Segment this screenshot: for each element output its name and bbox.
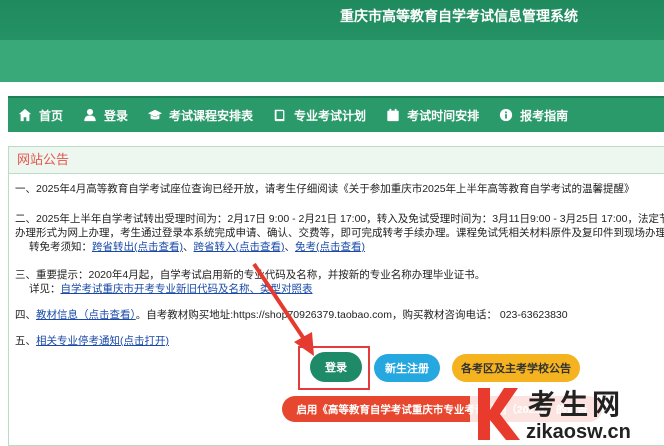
header: 重庆市高等教育自学考试信息管理系统 (0, 0, 664, 82)
nav-item-label: 考试课程安排表 (169, 108, 254, 123)
home-icon (18, 108, 32, 122)
main-nav: 首页 登录 考试课程安排表 专业考试计划 考试时间安排 报考指南 (8, 96, 664, 132)
notice-line-4-suffix: 。自考教材购买地址:https://shop70926379.taobao.co… (135, 309, 568, 321)
arrow-icon (252, 262, 314, 356)
notice-line-1: 一、2025年4月高等教育自学考试座位查询已经开放，请考生仔细阅读《关于参加重庆… (15, 183, 635, 195)
nav-item-exam-plan[interactable]: 专业考试计划 (263, 98, 376, 132)
nav-item-login[interactable]: 登录 (73, 98, 138, 132)
notice-line-2c: 转免考须知：跨省转出(点击查看)、跨省转入(点击查看)、免考(点击查看) (29, 239, 365, 254)
nav-item-label: 专业考试计划 (294, 108, 367, 123)
transfer-out-link[interactable]: 跨省转出(点击查看) (92, 241, 183, 253)
exam-area-notice-button[interactable]: 各考区及主考学校公告 (452, 354, 580, 382)
graduation-cap-icon (148, 108, 163, 122)
svg-text:考生网: 考生网 (528, 389, 624, 421)
separator: 、 (284, 241, 296, 253)
notice-line-5-prefix: 五、 (15, 335, 36, 347)
notice-title: 网站公告 (9, 147, 664, 174)
watermark-logo: 考生网 zikaosw.cn (470, 382, 664, 444)
notice-line-4-prefix: 四、 (15, 309, 36, 321)
book-icon (273, 108, 287, 122)
nav-item-home[interactable]: 首页 (8, 98, 73, 132)
notice-line-2a: 二、2025年上半年自学考试转出受理时间为：2月17日 9:00 - 2月21日… (15, 213, 664, 225)
header-gap (0, 82, 664, 96)
nav-item-exam-time[interactable]: 考试时间安排 (376, 98, 489, 132)
nav-item-label: 考试时间安排 (407, 108, 480, 123)
notice-line-5: 五、相关专业停考通知(点击打开) (15, 333, 169, 348)
info-icon (499, 108, 513, 122)
separator: 、 (183, 241, 194, 253)
page-title: 重庆市高等教育自学考试信息管理系统 (340, 8, 578, 24)
notice-line-2c-prefix: 转免考须知： (29, 241, 92, 253)
textbook-info-link[interactable]: 教材信息（点击查看） (36, 309, 136, 321)
notice-line-3b-prefix: 详见： (29, 283, 61, 295)
nav-item-label: 报考指南 (520, 108, 569, 123)
transfer-in-link[interactable]: 跨省转入(点击查看) (194, 241, 285, 253)
suspension-notice-link[interactable]: 相关专业停考通知(点击打开) (36, 335, 169, 347)
nav-item-course-schedule[interactable]: 考试课程安排表 (138, 98, 263, 132)
nav-item-label: 首页 (39, 108, 64, 123)
register-button[interactable]: 新生注册 (374, 354, 440, 382)
login-button[interactable]: 登录 (310, 352, 362, 382)
calendar-icon (386, 108, 400, 122)
exemption-link[interactable]: 免考(点击查看) (295, 241, 365, 253)
header-band (0, 40, 664, 82)
user-icon (83, 108, 97, 122)
notice-line-2b: 办理形式为网上办理，考生通过登录本系统完成申请、确认、交费等，即可完成转考手续办… (15, 227, 664, 239)
nav-item-label: 登录 (104, 108, 129, 123)
nav-item-guide[interactable]: 报考指南 (489, 98, 578, 132)
svg-text:zikaosw.cn: zikaosw.cn (526, 421, 631, 443)
